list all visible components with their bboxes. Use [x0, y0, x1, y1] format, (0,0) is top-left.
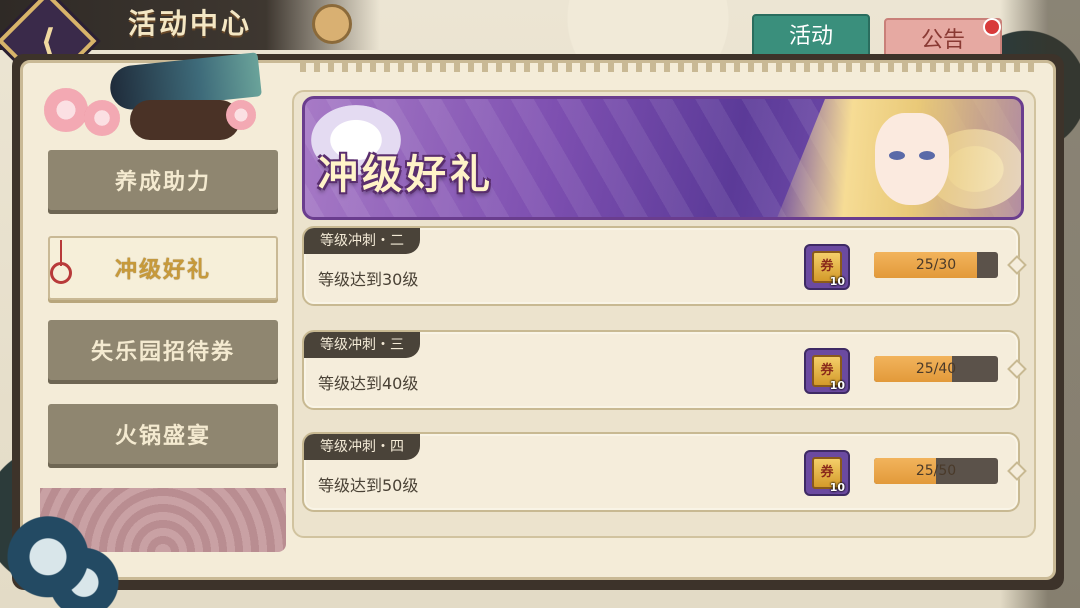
progress-bar: 25/50 [874, 458, 998, 484]
character-eye [889, 151, 905, 160]
sidebar-item-hotpot-feast[interactable]: 火锅盛宴 [48, 404, 278, 468]
reward-count: 10 [829, 481, 845, 494]
cloud-ornament-icon [130, 100, 240, 140]
reward-count: 10 [829, 379, 845, 392]
progress-text: 25/50 [915, 463, 957, 479]
task-description: 等级达到40级 [318, 374, 419, 393]
character-portrait [875, 113, 949, 205]
sidebar-item-growth-boost[interactable]: 养成助力 [48, 150, 278, 214]
progress-text: 25/30 [915, 257, 957, 273]
page-title: 活动中心 [128, 7, 253, 40]
progress-bar: 25/30 [874, 252, 998, 278]
reward-item[interactable]: 券 10 [804, 244, 850, 290]
perforation-divider [300, 62, 1040, 72]
character-eye [919, 151, 935, 160]
cherry-blossom-icon [84, 100, 120, 136]
wave-ornament-icon [0, 480, 120, 608]
task-row: 等级冲刺・四 等级达到50级 券 10 25/50 [302, 432, 1027, 512]
task-description: 等级达到30级 [318, 270, 419, 289]
cherry-blossom-icon [44, 88, 88, 132]
notification-dot-icon [983, 18, 1001, 36]
reward-item[interactable]: 券 10 [804, 348, 850, 394]
progress-text: 25/40 [915, 361, 957, 377]
reward-count: 10 [829, 275, 845, 288]
sidebar-item-paradise-voucher[interactable]: 失乐园招待券 [48, 320, 278, 384]
task-tag: 等级冲刺・三 [304, 332, 420, 358]
title-ornament-icon [312, 4, 352, 44]
task-row: 等级冲刺・三 等级达到40级 券 10 25/40 [302, 330, 1027, 410]
task-tag: 等级冲刺・二 [304, 228, 420, 254]
task-row: 等级冲刺・二 等级达到30级 券 10 25/30 [302, 226, 1027, 306]
cherry-blossom-icon [226, 100, 256, 130]
sidebar-item-level-rewards[interactable]: 冲级好礼 [48, 236, 278, 300]
reward-item[interactable]: 券 10 [804, 450, 850, 496]
task-description: 等级达到50级 [318, 476, 419, 495]
banner-title: 冲级好礼 [318, 151, 494, 198]
red-string-knot-icon [44, 240, 78, 302]
progress-bar: 25/40 [874, 356, 998, 382]
task-tag: 等级冲刺・四 [304, 434, 420, 460]
